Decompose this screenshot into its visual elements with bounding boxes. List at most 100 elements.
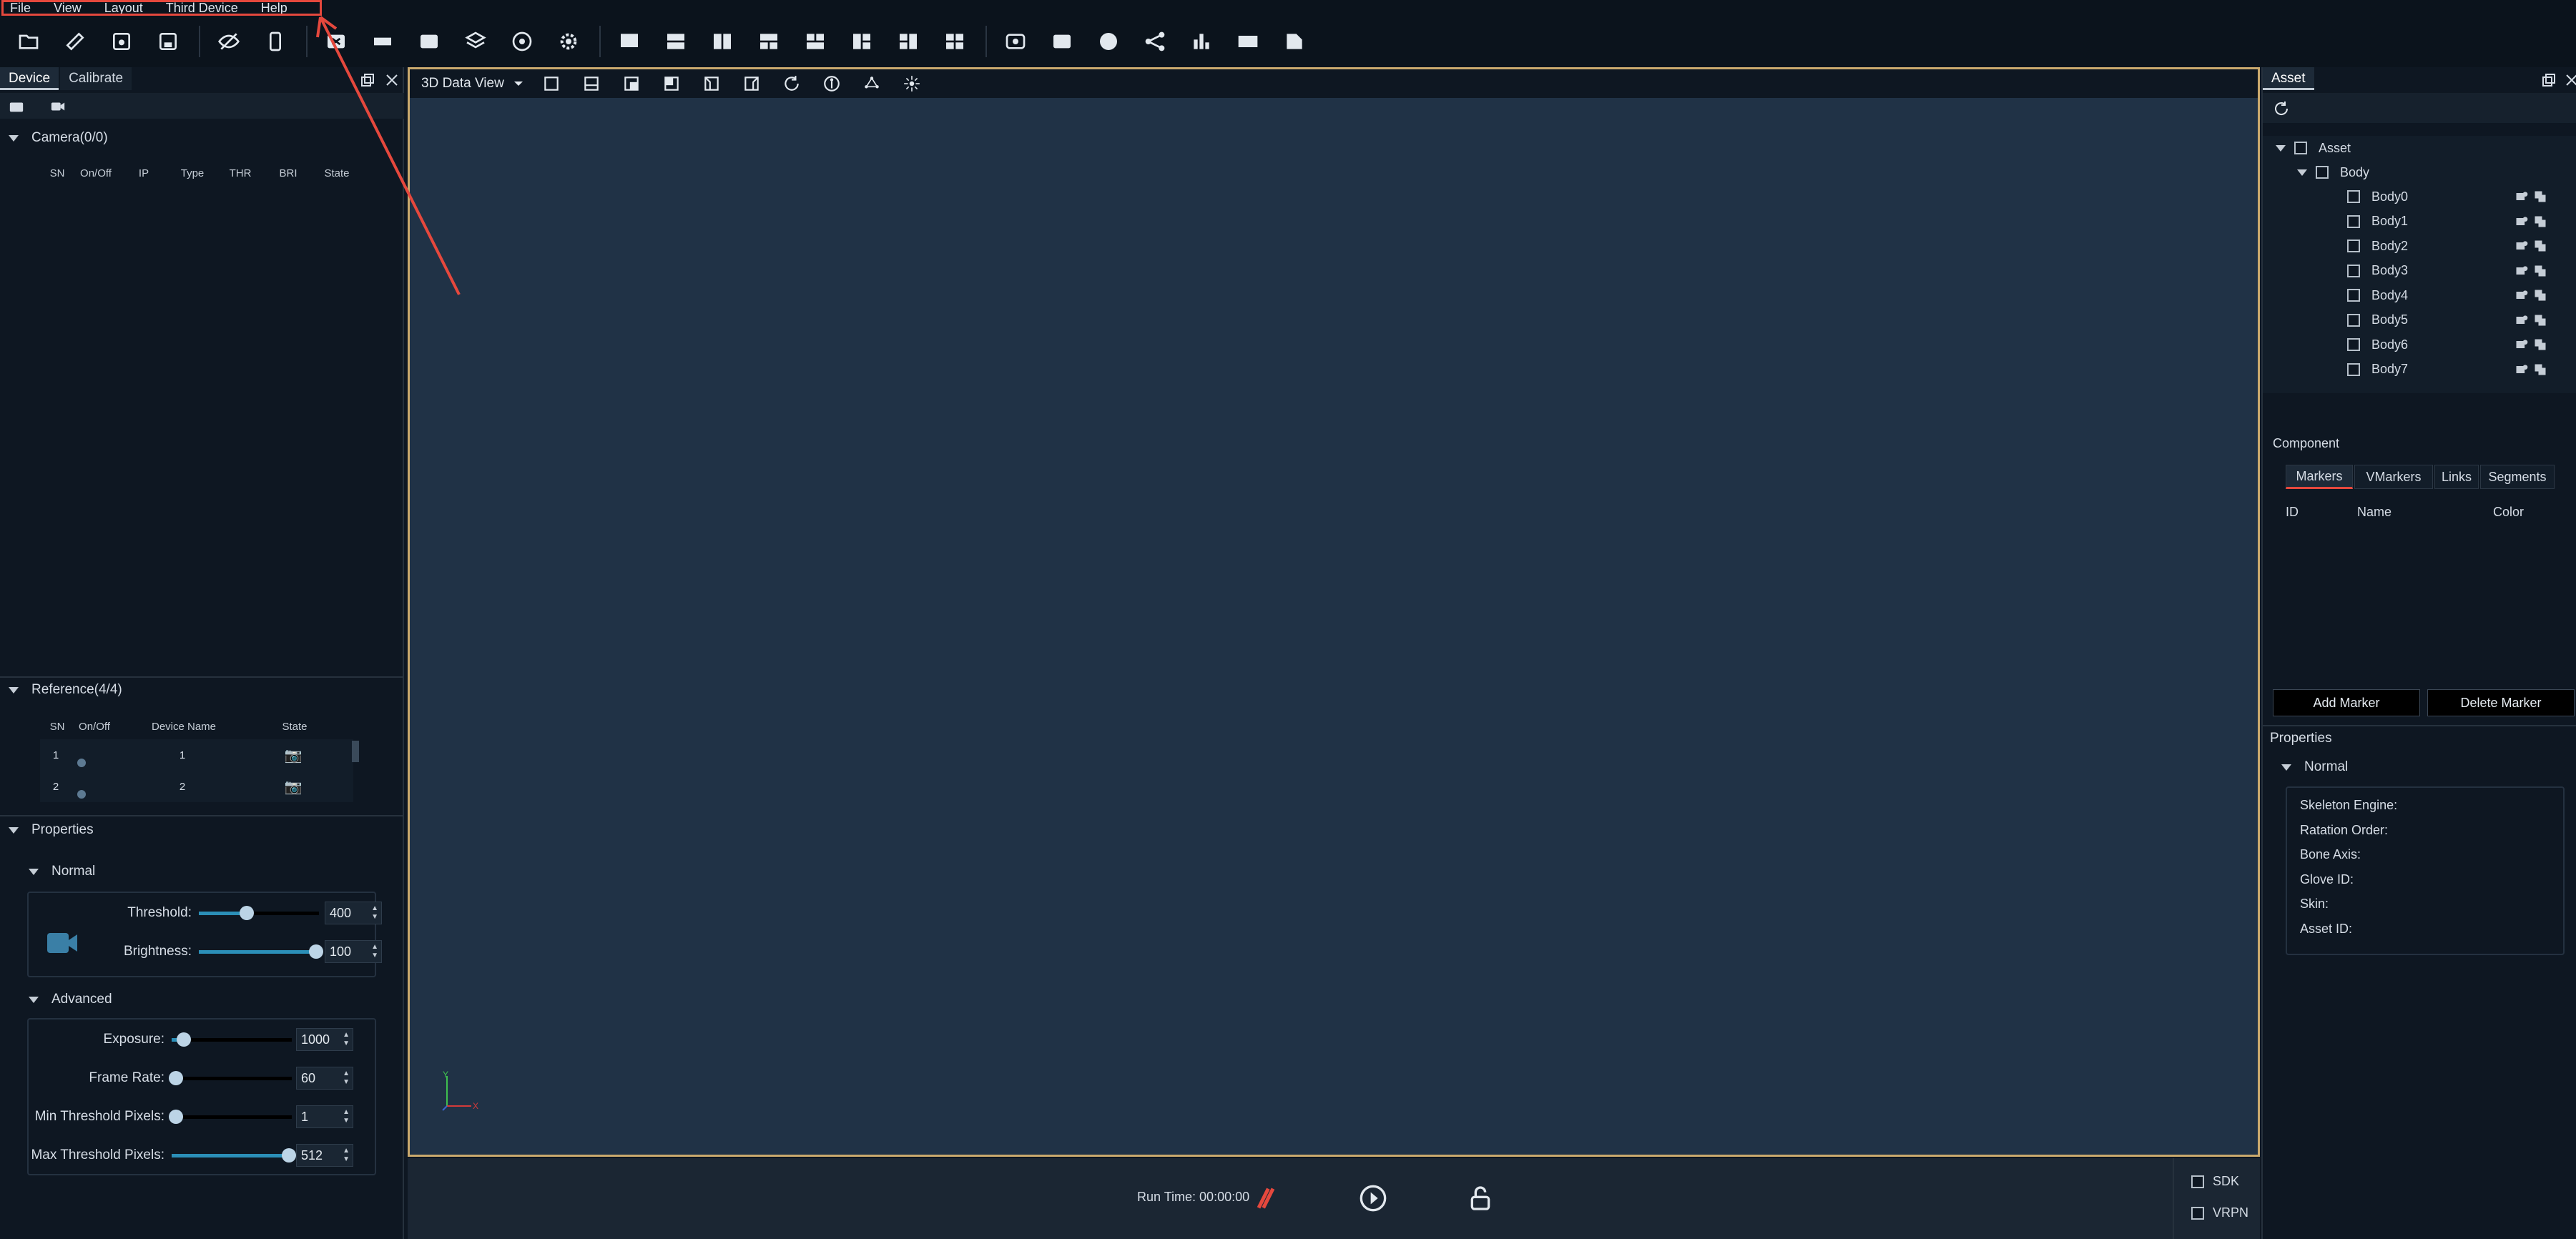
tree-item-body[interactable]: Body5 bbox=[2347, 308, 2569, 332]
properties-section-header[interactable]: Properties bbox=[0, 818, 404, 842]
tab-markers[interactable]: Markers bbox=[2286, 465, 2353, 489]
tree-item-body[interactable]: Body0 bbox=[2347, 184, 2569, 209]
frame-rate-spinbox[interactable]: 60 ▲ ▼ bbox=[296, 1067, 353, 1090]
skeleton-icon[interactable] bbox=[819, 71, 845, 97]
edit-body-icon[interactable] bbox=[2514, 239, 2529, 253]
slider-handle[interactable] bbox=[282, 1148, 296, 1163]
layers-icon[interactable] bbox=[457, 23, 494, 60]
layout-1-icon[interactable] bbox=[611, 23, 648, 60]
close-icon[interactable] bbox=[2563, 71, 2576, 89]
edit-body-icon[interactable] bbox=[2514, 288, 2529, 302]
slider-handle[interactable] bbox=[309, 944, 323, 959]
view-bottom-icon[interactable] bbox=[659, 71, 684, 97]
view-front-icon[interactable] bbox=[539, 71, 564, 97]
view-right-icon[interactable] bbox=[739, 71, 765, 97]
vrpn-checkbox-row[interactable]: VRPN bbox=[2191, 1205, 2248, 1220]
sdk-checkbox[interactable] bbox=[2191, 1175, 2204, 1188]
view-back-icon[interactable] bbox=[579, 71, 604, 97]
save-icon[interactable] bbox=[103, 23, 140, 60]
layout-7-icon[interactable] bbox=[890, 23, 927, 60]
rigid-body-icon[interactable] bbox=[859, 71, 885, 97]
3d-viewport[interactable]: 3D Data View Y X bbox=[408, 67, 2260, 1157]
tab-asset[interactable]: Asset bbox=[2263, 67, 2314, 90]
exposure-spinbox[interactable]: 1000 ▲ ▼ bbox=[296, 1028, 353, 1051]
copy-body-icon[interactable] bbox=[2533, 189, 2547, 204]
edit-body-icon[interactable] bbox=[2514, 313, 2529, 327]
export-icon[interactable] bbox=[1276, 23, 1313, 60]
advanced-section-header[interactable]: Advanced bbox=[20, 987, 404, 1012]
close-icon[interactable] bbox=[383, 71, 400, 89]
table-row[interactable]: 1 1 📷 bbox=[40, 739, 353, 771]
reference-section-header[interactable]: Reference(4/4) bbox=[0, 678, 404, 702]
tree-item-body[interactable]: Body7 bbox=[2347, 357, 2569, 382]
camera-icon[interactable] bbox=[9, 99, 24, 114]
copy-body-icon[interactable] bbox=[2533, 313, 2547, 327]
hide-icon[interactable] bbox=[210, 23, 247, 60]
vm-icon[interactable] bbox=[1229, 23, 1267, 60]
body-item-checkbox[interactable] bbox=[2347, 190, 2360, 203]
wifi-icon[interactable] bbox=[503, 23, 541, 60]
normal-section-header[interactable]: Normal bbox=[20, 859, 404, 884]
max-threshold-slider[interactable] bbox=[172, 1148, 296, 1163]
slider-handle[interactable] bbox=[169, 1110, 183, 1124]
tab-segments[interactable]: Segments bbox=[2480, 465, 2555, 489]
tree-item-body[interactable]: Body6 bbox=[2347, 332, 2569, 357]
measure-icon[interactable] bbox=[364, 23, 401, 60]
refresh-icon[interactable] bbox=[2273, 100, 2290, 117]
add-marker-button[interactable]: Add Marker bbox=[2273, 689, 2420, 716]
threshold-spinbox[interactable]: 400 ▲ ▼ bbox=[325, 902, 382, 924]
body-item-checkbox[interactable] bbox=[2347, 240, 2360, 252]
view-left-icon[interactable] bbox=[699, 71, 724, 97]
record-icon[interactable] bbox=[411, 23, 448, 60]
copy-body-icon[interactable] bbox=[2533, 214, 2547, 229]
tab-vmarkers[interactable]: VMarkers bbox=[2354, 465, 2433, 489]
float-window-icon[interactable] bbox=[2540, 71, 2557, 89]
camera-section-header[interactable]: Camera(0/0) bbox=[0, 126, 404, 150]
layout-8-icon[interactable] bbox=[936, 23, 973, 60]
view-top-icon[interactable] bbox=[619, 71, 644, 97]
copy-body-icon[interactable] bbox=[2533, 264, 2547, 278]
ruler-icon[interactable] bbox=[56, 23, 94, 60]
tree-item-asset[interactable]: Asset bbox=[2276, 136, 2351, 160]
body-item-checkbox[interactable] bbox=[2347, 264, 2360, 277]
layout-5-icon[interactable] bbox=[797, 23, 834, 60]
copy-body-icon[interactable] bbox=[2533, 362, 2547, 377]
frame-rate-slider[interactable] bbox=[169, 1071, 292, 1085]
camera-refresh-icon[interactable] bbox=[997, 23, 1034, 60]
collapse-arrow-icon[interactable] bbox=[2276, 144, 2286, 152]
sdk-checkbox-row[interactable]: SDK bbox=[2191, 1174, 2239, 1189]
graph-icon[interactable] bbox=[1136, 23, 1174, 60]
close-device-icon[interactable] bbox=[318, 23, 355, 60]
exposure-slider[interactable] bbox=[172, 1032, 292, 1047]
asset-checkbox[interactable] bbox=[2294, 142, 2307, 154]
slider-handle[interactable] bbox=[169, 1071, 183, 1085]
edit-body-icon[interactable] bbox=[2514, 264, 2529, 278]
vrpn-checkbox[interactable] bbox=[2191, 1206, 2204, 1220]
edit-body-icon[interactable] bbox=[2514, 214, 2529, 229]
collapse-arrow-icon[interactable] bbox=[2297, 169, 2307, 176]
layout-6-icon[interactable] bbox=[843, 23, 880, 60]
video-camera-icon[interactable] bbox=[50, 99, 66, 114]
reset-view-icon[interactable] bbox=[779, 71, 805, 97]
threshold-slider[interactable] bbox=[199, 906, 319, 920]
tree-item-body[interactable]: Body2 bbox=[2347, 234, 2569, 258]
tree-item-body[interactable]: Body bbox=[2297, 160, 2369, 184]
min-threshold-slider[interactable] bbox=[169, 1110, 292, 1124]
slider-handle[interactable] bbox=[176, 1032, 191, 1047]
record-stop-icon[interactable] bbox=[1252, 1184, 1280, 1213]
tree-item-body[interactable]: Body4 bbox=[2347, 283, 2569, 307]
unlock-icon[interactable] bbox=[1466, 1184, 1495, 1213]
body-item-checkbox[interactable] bbox=[2347, 313, 2360, 327]
play-icon[interactable] bbox=[1359, 1184, 1387, 1213]
tree-item-body[interactable]: Body1 bbox=[2347, 209, 2569, 234]
scrollbar[interactable] bbox=[352, 741, 359, 762]
tab-links[interactable]: Links bbox=[2434, 465, 2479, 489]
view-mode-dropdown[interactable]: 3D Data View bbox=[421, 76, 504, 92]
delete-marker-button[interactable]: Delete Marker bbox=[2427, 689, 2575, 716]
tab-device[interactable]: Device bbox=[0, 67, 59, 90]
table-row[interactable]: 2 2 📷 bbox=[40, 771, 353, 802]
layout-3-icon[interactable] bbox=[704, 23, 741, 60]
edit-body-icon[interactable] bbox=[2514, 189, 2529, 204]
brightness-spinbox[interactable]: 100 ▲ ▼ bbox=[325, 940, 382, 963]
float-window-icon[interactable] bbox=[359, 71, 376, 89]
